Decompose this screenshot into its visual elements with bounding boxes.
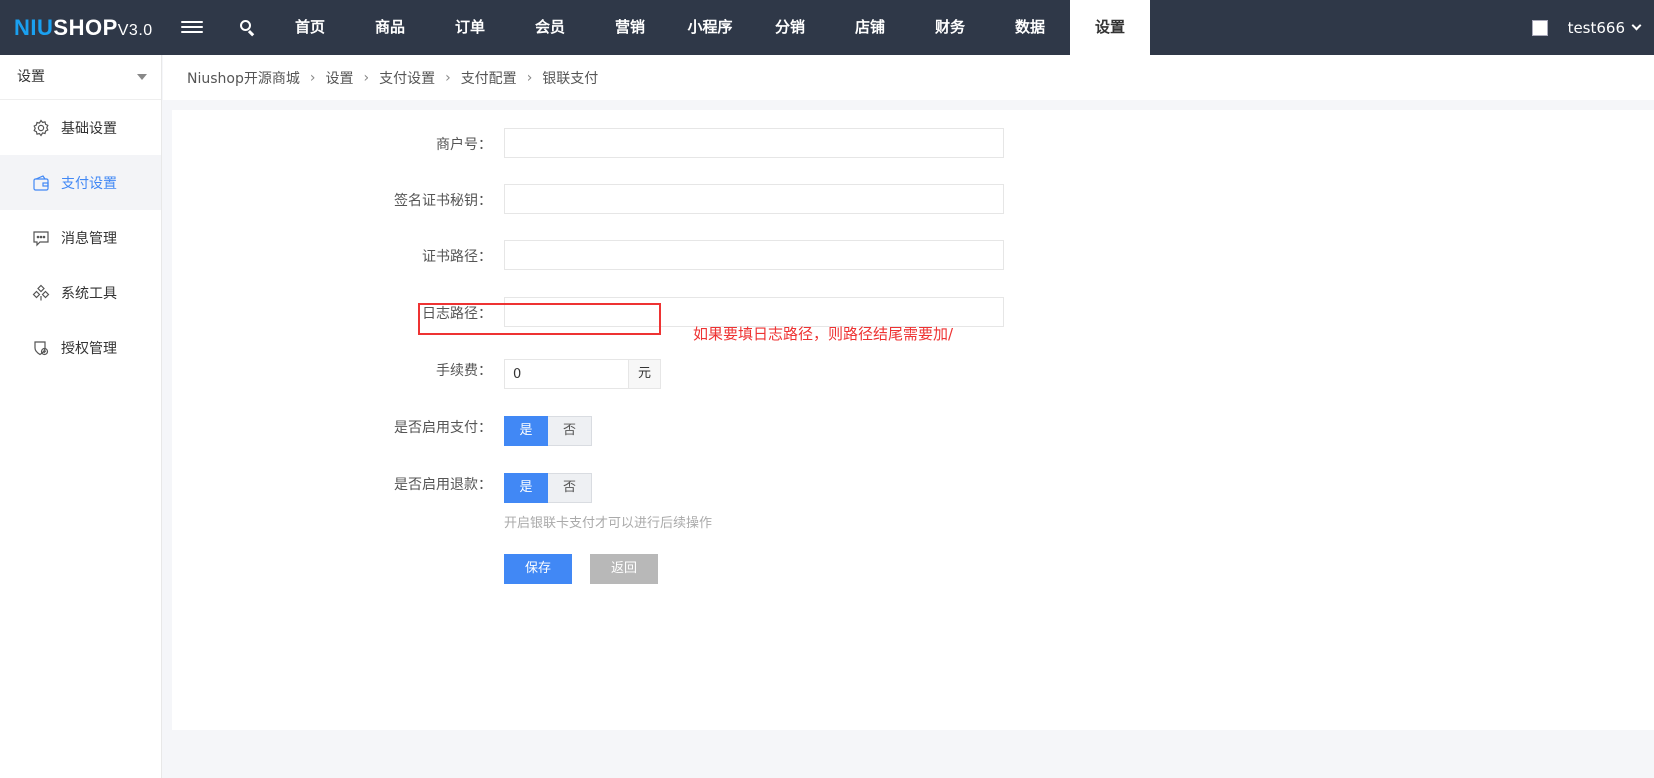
sidebar-item-label: 授权管理 xyxy=(61,340,117,357)
nav-finance[interactable]: 财务 xyxy=(910,0,990,55)
gear-icon xyxy=(33,118,49,137)
enable-refund-no[interactable]: 否 xyxy=(548,473,592,503)
breadcrumb-item: 银联支付 xyxy=(542,70,599,87)
enable-refund-yes[interactable]: 是 xyxy=(504,473,548,503)
enable-refund-toggle: 是 否 xyxy=(504,473,592,503)
breadcrumb-item[interactable]: 设置 xyxy=(325,68,353,88)
nav-store[interactable]: 店铺 xyxy=(830,0,910,55)
cert-key-input[interactable] xyxy=(504,184,1004,214)
save-button[interactable]: 保存 xyxy=(504,554,572,584)
nav-marketing[interactable]: 营销 xyxy=(590,0,670,55)
breadcrumb-item[interactable]: Niushop开源商城 xyxy=(187,68,300,88)
merchant-id-input[interactable] xyxy=(504,128,1004,158)
chevron-down-icon xyxy=(1631,20,1642,31)
search-icon[interactable] xyxy=(240,20,256,37)
logo-version: V3.0 xyxy=(117,22,153,39)
avatar xyxy=(1531,19,1548,36)
fee-unit: 元 xyxy=(629,359,661,389)
sidebar-item-basic-settings[interactable]: 基础设置 xyxy=(0,100,161,155)
cert-path-input[interactable] xyxy=(504,240,1004,270)
logo-niu: NIU xyxy=(14,15,54,40)
fee-label: 手续费： xyxy=(436,363,492,379)
chevron-right-icon: › xyxy=(445,69,451,86)
nav-settings[interactable]: 设置 xyxy=(1070,0,1150,55)
nav-orders[interactable]: 订单 xyxy=(430,0,510,55)
main-nav: 首页 商品 订单 会员 营销 小程序 分销 店铺 财务 数据 设置 xyxy=(270,0,1150,55)
sidebar-item-system-tools[interactable]: 系统工具 xyxy=(0,265,161,320)
nav-home[interactable]: 首页 xyxy=(270,0,350,55)
breadcrumb: Niushop开源商城 › 设置 › 支付设置 › 支付配置 › 银联支付 xyxy=(163,55,1654,100)
tool-icon xyxy=(32,284,50,300)
sidebar-item-payment-settings[interactable]: 支付设置 xyxy=(0,155,161,210)
chevron-right-icon: › xyxy=(363,69,370,86)
fee-field: 元 xyxy=(504,359,661,389)
sidebar-title: 设置 xyxy=(17,69,45,85)
sidebar-item-label: 消息管理 xyxy=(61,230,117,247)
annotation-highlight-box xyxy=(418,303,661,335)
sidebar-item-label: 系统工具 xyxy=(61,285,117,302)
fee-input[interactable] xyxy=(504,359,629,389)
top-navbar: NIUSHOPV3.0 首页 商品 订单 会员 营销 小程序 分销 店铺 财务 … xyxy=(0,0,1654,55)
cert-key-label: 签名证书秘钥： xyxy=(394,193,492,209)
sidebar-item-authorization[interactable]: 授权管理 xyxy=(0,320,161,375)
nav-miniprogram[interactable]: 小程序 xyxy=(670,0,750,55)
sidebar-header[interactable]: 设置 xyxy=(0,55,161,100)
nav-distribution[interactable]: 分销 xyxy=(750,0,830,55)
caret-down-icon xyxy=(137,74,147,80)
sidebar-item-label: 支付设置 xyxy=(61,175,117,192)
nav-data[interactable]: 数据 xyxy=(990,0,1070,55)
logo-shop: SHOP xyxy=(53,15,118,40)
enable-pay-yes[interactable]: 是 xyxy=(504,416,548,446)
logo[interactable]: NIUSHOPV3.0 xyxy=(14,0,153,55)
merchant-id-label: 商户号： xyxy=(436,137,492,153)
annotation-text: 如果要填日志路径，则路径结尾需要加/ xyxy=(693,325,954,343)
message-icon xyxy=(33,230,49,246)
enable-pay-no[interactable]: 否 xyxy=(548,416,592,446)
enable-pay-label: 是否启用支付： xyxy=(394,420,492,436)
shield-icon xyxy=(34,340,49,355)
refund-hint: 开启银联卡支付才可以进行后续操作 xyxy=(504,516,713,531)
user-menu[interactable]: test666 xyxy=(1531,0,1642,55)
enable-pay-toggle: 是 否 xyxy=(504,416,592,446)
chevron-right-icon: › xyxy=(309,69,316,86)
username: test666 xyxy=(1567,18,1625,37)
chevron-right-icon: › xyxy=(526,69,533,86)
breadcrumb-item[interactable]: 支付配置 xyxy=(461,68,517,88)
enable-refund-label: 是否启用退款： xyxy=(394,477,492,493)
wallet-icon xyxy=(33,174,49,191)
form-panel: 商户号： 签名证书秘钥： 证书路径： 日志路径： 手续费： 元 是否启用支付： … xyxy=(172,110,1654,730)
sidebar-item-message-management[interactable]: 消息管理 xyxy=(0,210,161,265)
cert-path-label: 证书路径： xyxy=(422,249,492,265)
sidebar: 设置 基础设置 支付设置 消息管理 系统工具 授权管理 xyxy=(0,55,162,778)
back-button[interactable]: 返回 xyxy=(590,554,658,584)
nav-members[interactable]: 会员 xyxy=(510,0,590,55)
breadcrumb-item[interactable]: 支付设置 xyxy=(379,68,435,88)
nav-goods[interactable]: 商品 xyxy=(350,0,430,55)
sidebar-item-label: 基础设置 xyxy=(61,120,117,137)
hamburger-menu-icon[interactable] xyxy=(181,18,203,38)
